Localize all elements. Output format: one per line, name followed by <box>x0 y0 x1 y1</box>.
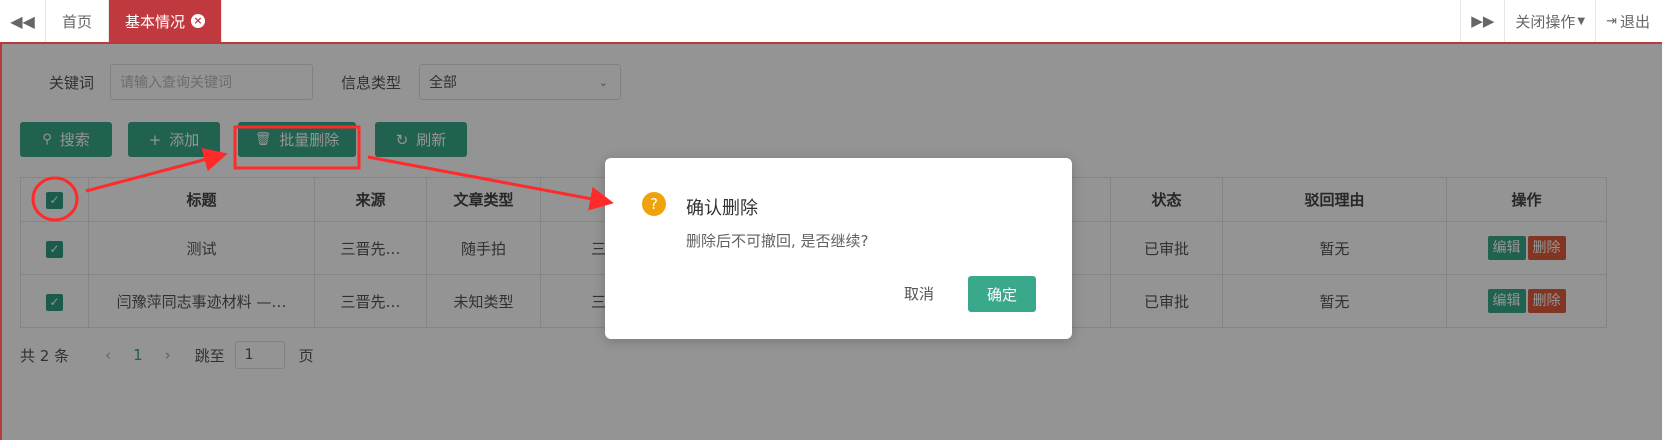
close-operations-label: 关闭操作 <box>1515 12 1576 31</box>
tab-basic-info-label: 基本情况 <box>125 12 186 31</box>
logout-button[interactable]: ⇥ 退出 <box>1595 0 1662 42</box>
tab-basic-info[interactable]: 基本情况 × <box>109 0 223 42</box>
tab-home-label: 首页 <box>62 12 93 31</box>
logout-icon: ⇥ <box>1606 13 1617 29</box>
caret-down-icon: ▼ <box>1577 15 1586 27</box>
logout-label: 退出 <box>1619 12 1650 31</box>
tab-bar: ◀◀ 首页 基本情况 × ▶▶ 关闭操作 ▼ ⇥ 退出 <box>0 0 1662 44</box>
close-operations-dropdown[interactable]: 关闭操作 ▼ <box>1504 0 1595 42</box>
tab-home[interactable]: 首页 <box>46 0 110 42</box>
dialog-title: 确认删除 <box>686 198 758 219</box>
confirm-button[interactable]: 确定 <box>968 276 1036 312</box>
tab-scroll-left-button[interactable]: ◀◀ <box>0 0 46 42</box>
left-edge-strip <box>0 44 2 440</box>
confirm-delete-dialog: ? 确认删除 删除后不可撤回, 是否继续? 取消 确定 <box>605 158 1072 339</box>
cancel-button[interactable]: 取消 <box>891 276 947 311</box>
double-chevron-left-icon: ◀◀ <box>10 11 35 31</box>
dialog-message: 删除后不可撤回, 是否继续? <box>686 232 869 250</box>
tab-scroll-right-button[interactable]: ▶▶ <box>1460 0 1504 42</box>
close-tab-icon[interactable]: × <box>191 14 206 28</box>
question-icon: ? <box>642 192 666 216</box>
double-chevron-right-icon: ▶▶ <box>1471 12 1495 30</box>
